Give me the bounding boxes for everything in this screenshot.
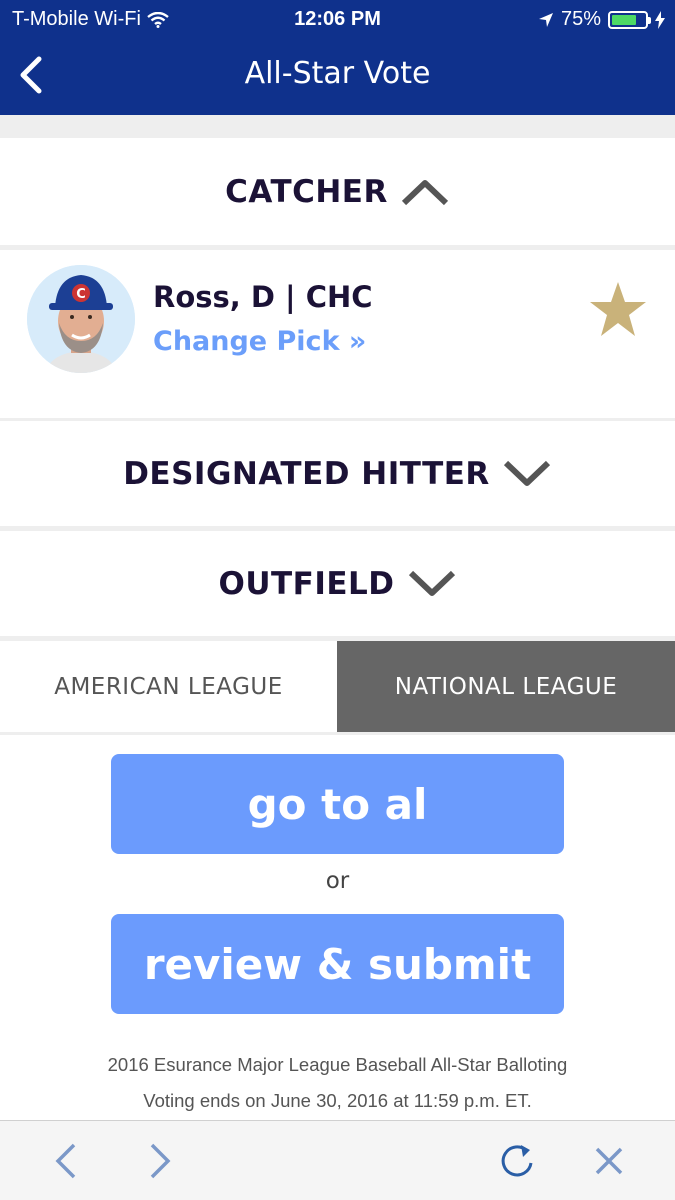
browser-toolbar bbox=[0, 1120, 675, 1200]
footer-line-1: 2016 Esurance Major League Baseball All-… bbox=[107, 1054, 568, 1075]
nav-bar: All-Star Vote bbox=[0, 38, 675, 115]
battery-percent: 75% bbox=[560, 8, 601, 30]
battery-fill bbox=[612, 14, 636, 25]
battery-icon bbox=[608, 10, 651, 29]
location-arrow-icon bbox=[538, 12, 553, 27]
status-right: 75% bbox=[538, 8, 665, 31]
divider bbox=[0, 115, 675, 138]
tab-national-league[interactable]: NATIONAL LEAGUE bbox=[337, 641, 675, 732]
review-submit-button[interactable]: review & submit bbox=[111, 914, 564, 1014]
section-catcher[interactable]: CATCHER bbox=[0, 138, 675, 245]
page-title: All-Star Vote bbox=[244, 56, 431, 91]
go-to-al-button[interactable]: go to al bbox=[111, 754, 564, 854]
section-outfield[interactable]: OUTFIELD bbox=[0, 531, 675, 636]
section-header: DESIGNATED HITTER bbox=[0, 421, 675, 526]
chevron-down-icon bbox=[503, 460, 550, 486]
player-avatar: C bbox=[27, 265, 135, 373]
top-bar: T-Mobile Wi-Fi 12:06 PM 75% All-Star Vot… bbox=[0, 0, 675, 115]
section-designated-hitter[interactable]: DESIGNATED HITTER bbox=[0, 421, 675, 526]
section-label: CATCHER bbox=[225, 173, 388, 210]
chevron-left-icon bbox=[55, 1143, 76, 1179]
player-name: Ross, D | CHC bbox=[153, 280, 373, 314]
change-pick-link[interactable]: Change Pick » bbox=[153, 326, 366, 357]
section-label: OUTFIELD bbox=[218, 565, 395, 602]
divider bbox=[0, 732, 675, 735]
tab-american-league[interactable]: AMERICAN LEAGUE bbox=[0, 641, 337, 732]
svg-text:C: C bbox=[76, 287, 86, 302]
or-label: or bbox=[325, 868, 350, 894]
reload-icon bbox=[501, 1145, 533, 1177]
chevron-down-icon bbox=[408, 570, 455, 596]
browser-forward-button[interactable] bbox=[138, 1139, 182, 1183]
chevron-up-icon bbox=[401, 179, 448, 205]
browser-close-button[interactable] bbox=[587, 1139, 631, 1183]
browser-reload-button[interactable] bbox=[495, 1139, 539, 1183]
section-label: DESIGNATED HITTER bbox=[123, 455, 490, 492]
league-tabs: AMERICAN LEAGUE NATIONAL LEAGUE bbox=[0, 641, 675, 732]
close-icon bbox=[595, 1147, 623, 1175]
star-icon[interactable] bbox=[588, 280, 648, 340]
charging-bolt-icon bbox=[655, 10, 665, 29]
section-header: OUTFIELD bbox=[0, 531, 675, 636]
status-bar: T-Mobile Wi-Fi 12:06 PM 75% bbox=[0, 0, 675, 38]
section-header: CATCHER bbox=[0, 138, 675, 245]
footer-line-2: Voting ends on June 30, 2016 at 11:59 p.… bbox=[143, 1090, 532, 1111]
chevron-right-icon bbox=[150, 1143, 171, 1179]
browser-back-button[interactable] bbox=[44, 1139, 88, 1183]
